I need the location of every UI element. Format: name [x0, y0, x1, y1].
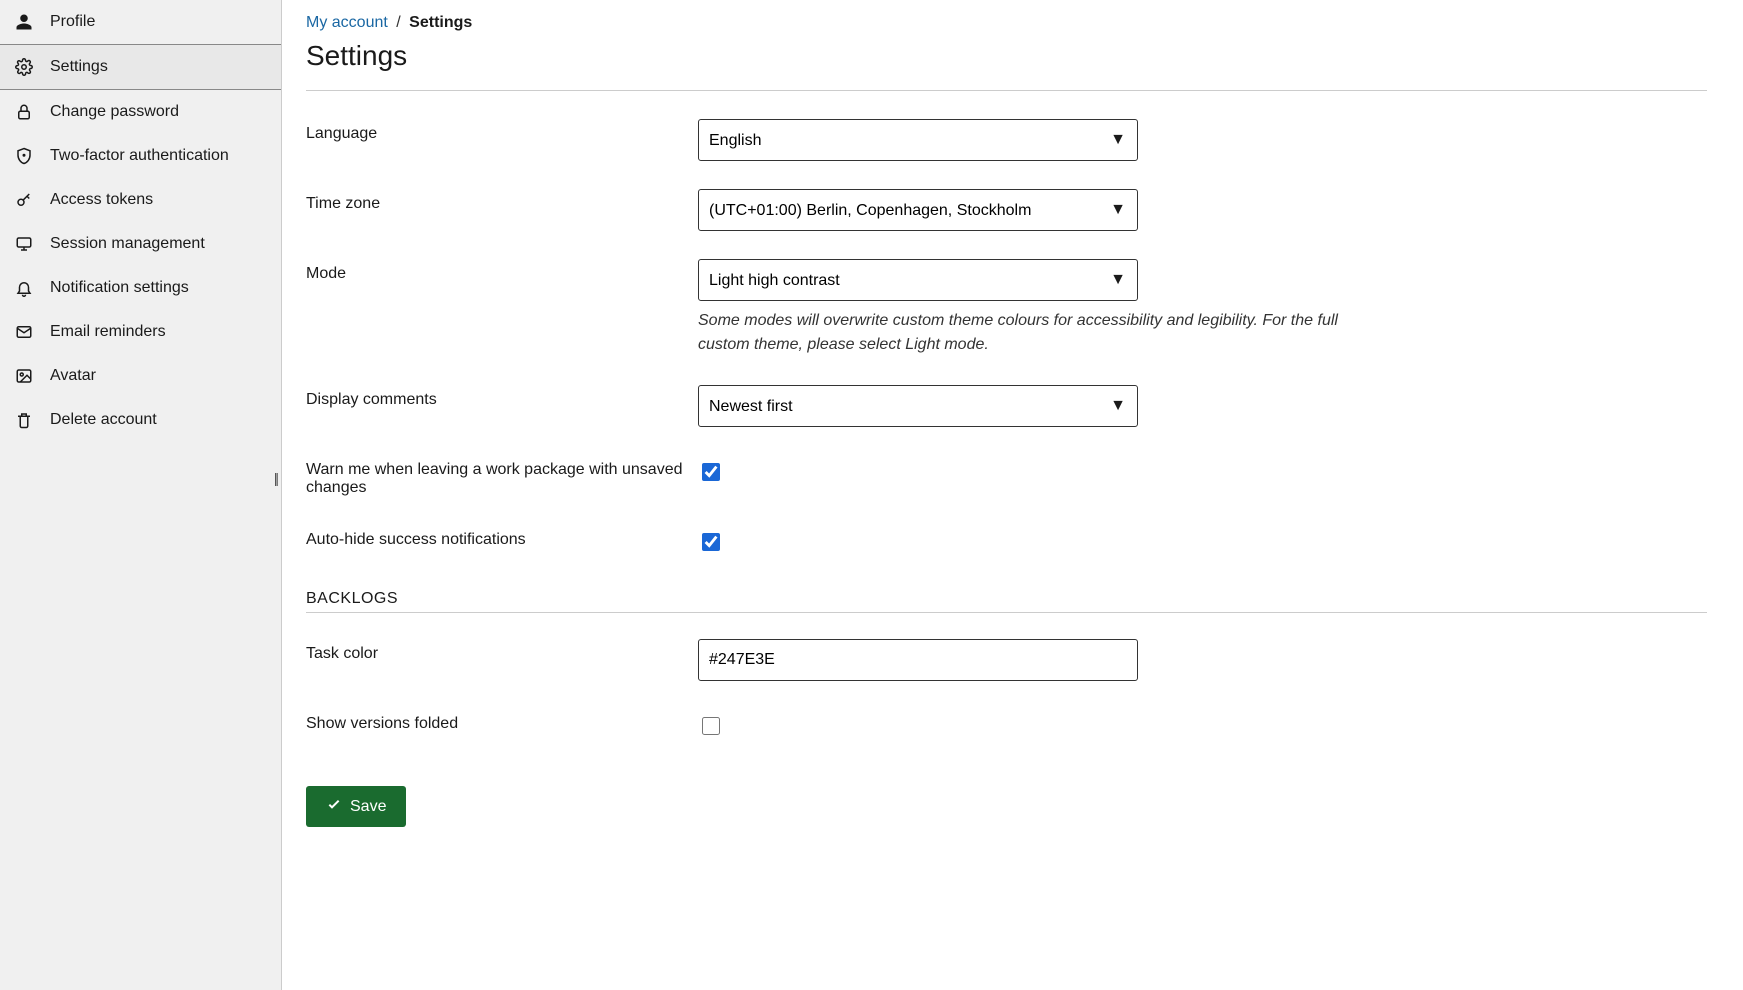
timezone-select[interactable]: (UTC+01:00) Berlin, Copenhagen, Stockhol…	[698, 189, 1138, 231]
language-select[interactable]: English	[698, 119, 1138, 161]
timezone-label: Time zone	[306, 189, 698, 213]
sidebar-item-settings[interactable]: Settings	[0, 44, 281, 90]
sidebar-item-label: Session management	[50, 235, 205, 253]
sidebar-item-delete-account[interactable]: Delete account	[0, 398, 281, 442]
sidebar-item-avatar[interactable]: Avatar	[0, 354, 281, 398]
sidebar-item-label: Change password	[50, 103, 179, 121]
warn-unsaved-label: Warn me when leaving a work package with…	[306, 455, 698, 497]
user-icon	[14, 12, 34, 32]
sidebar: Profile Settings Change password Two-fac…	[0, 0, 282, 990]
sidebar-item-label: Access tokens	[50, 191, 153, 209]
sidebar-item-profile[interactable]: Profile	[0, 0, 281, 44]
page-title: Settings	[306, 40, 1707, 72]
lock-icon	[14, 102, 34, 122]
image-icon	[14, 366, 34, 386]
mode-label: Mode	[306, 259, 698, 283]
backlogs-heading: BACKLOGS	[306, 590, 1707, 608]
save-button[interactable]: Save	[306, 786, 406, 827]
language-label: Language	[306, 119, 698, 143]
task-color-label: Task color	[306, 639, 698, 663]
sidebar-item-access-tokens[interactable]: Access tokens	[0, 178, 281, 222]
title-divider	[306, 90, 1707, 91]
envelope-icon	[14, 322, 34, 342]
monitor-icon	[14, 234, 34, 254]
backlogs-divider	[306, 612, 1707, 613]
main-content: My account / Settings Settings Language …	[282, 0, 1743, 990]
shield-icon	[14, 146, 34, 166]
trash-icon	[14, 410, 34, 430]
sidebar-item-label: Avatar	[50, 367, 96, 385]
check-icon	[326, 796, 342, 817]
key-icon	[14, 190, 34, 210]
sidebar-item-label: Settings	[50, 58, 108, 76]
sidebar-item-two-factor[interactable]: Two-factor authentication	[0, 134, 281, 178]
sidebar-item-label: Delete account	[50, 411, 157, 429]
sidebar-item-label: Email reminders	[50, 323, 166, 341]
sidebar-item-change-password[interactable]: Change password	[0, 90, 281, 134]
bell-icon	[14, 278, 34, 298]
breadcrumb-separator: /	[396, 14, 400, 31]
sidebar-item-label: Profile	[50, 13, 95, 31]
show-versions-folded-checkbox[interactable]	[702, 717, 720, 735]
sidebar-resize-handle[interactable]: ||	[274, 470, 277, 486]
save-button-label: Save	[350, 798, 386, 816]
sidebar-item-label: Notification settings	[50, 279, 189, 297]
display-comments-select[interactable]: Newest first	[698, 385, 1138, 427]
breadcrumb-parent-link[interactable]: My account	[306, 14, 388, 31]
sidebar-item-session-management[interactable]: Session management	[0, 222, 281, 266]
mode-select[interactable]: Light high contrast	[698, 259, 1138, 301]
sidebar-item-email-reminders[interactable]: Email reminders	[0, 310, 281, 354]
breadcrumb-current: Settings	[409, 14, 472, 31]
auto-hide-label: Auto-hide success notifications	[306, 525, 698, 549]
show-versions-folded-label: Show versions folded	[306, 709, 698, 733]
gear-icon	[14, 57, 34, 77]
auto-hide-checkbox[interactable]	[702, 533, 720, 551]
mode-help-text: Some modes will overwrite custom theme c…	[698, 309, 1338, 357]
sidebar-item-notification-settings[interactable]: Notification settings	[0, 266, 281, 310]
warn-unsaved-checkbox[interactable]	[702, 463, 720, 481]
display-comments-label: Display comments	[306, 385, 698, 409]
sidebar-item-label: Two-factor authentication	[50, 147, 229, 165]
breadcrumb: My account / Settings	[306, 14, 1707, 32]
task-color-input[interactable]	[698, 639, 1138, 681]
